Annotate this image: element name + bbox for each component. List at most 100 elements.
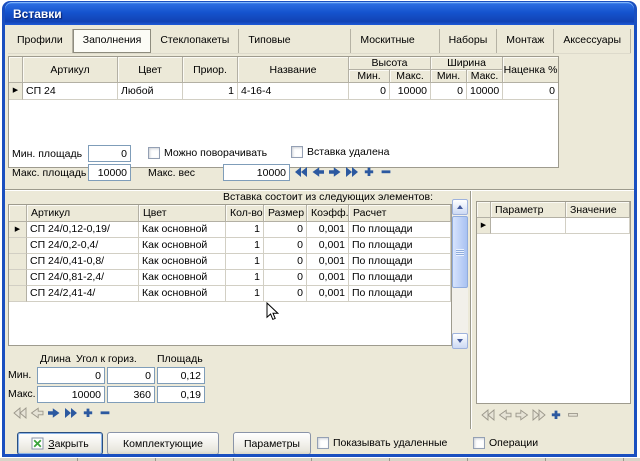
- tab-fillings[interactable]: Заполнения: [73, 29, 152, 53]
- tab-sets[interactable]: Наборы: [440, 29, 498, 53]
- col-width-max[interactable]: Макс.: [467, 70, 503, 83]
- cell: 0,001: [307, 222, 349, 238]
- cell: По площади: [349, 254, 451, 270]
- current-row-marker: [9, 238, 27, 254]
- elements-grid-body: ▶СП 24/0,12-0,19/Как основной100,001По п…: [9, 222, 451, 302]
- operations-label: Операции: [489, 437, 538, 449]
- close-icon: [31, 437, 44, 450]
- col-width-min[interactable]: Мин.: [431, 70, 467, 83]
- max-weight-input[interactable]: [223, 164, 290, 181]
- current-row-marker: ▶: [9, 83, 23, 100]
- col-markup[interactable]: Наценка %: [503, 57, 559, 83]
- col-priority[interactable]: Приор.: [183, 57, 238, 83]
- cell: СП 24/0,2-0,4/: [27, 238, 139, 254]
- col-size[interactable]: Размер: [264, 205, 307, 222]
- insert-deleted-checkbox[interactable]: [291, 146, 303, 158]
- min-row-label: Мин.: [8, 369, 31, 381]
- max-length-input[interactable]: [37, 386, 105, 403]
- tab-typical-glass-units[interactable]: Типовые стеклопакеты: [239, 29, 351, 53]
- table-row[interactable]: СП 24/2,41-4/Как основной100,001По площа…: [9, 286, 451, 302]
- col-artikul[interactable]: Артикул: [23, 57, 118, 83]
- vertical-divider[interactable]: [470, 191, 472, 429]
- col-group-width: Ширина: [431, 57, 503, 70]
- table-row[interactable]: СП 24/0,41-0,8/Как основной100,001По пло…: [9, 254, 451, 270]
- cell: 0: [431, 83, 467, 100]
- tab-mosquito-nets[interactable]: Москитные сетки: [351, 29, 439, 53]
- min-length-input[interactable]: [37, 367, 105, 384]
- components-button[interactable]: Комплектующие: [107, 432, 219, 454]
- current-row-marker: [9, 270, 27, 286]
- elements-scrollbar[interactable]: [452, 199, 468, 349]
- col-calc[interactable]: Расчет: [349, 205, 451, 222]
- params-grid-header: Параметр Значение: [477, 202, 630, 218]
- max-area-limit-input[interactable]: [157, 386, 205, 403]
- last-record-button[interactable]: [345, 166, 359, 178]
- insert-deleted-label: Вставка удалена: [307, 146, 389, 158]
- col-height-max[interactable]: Макс.: [390, 70, 431, 83]
- cell: 0: [349, 83, 390, 100]
- parameters-button[interactable]: Параметры: [233, 432, 311, 454]
- cell: Как основной: [139, 270, 226, 286]
- next-record-button[interactable]: [328, 166, 342, 178]
- col-value[interactable]: Значение: [566, 202, 630, 218]
- cell: 0: [264, 286, 307, 302]
- limits-navigator: [13, 407, 115, 419]
- inserts-grid-body: ▶СП 24Любой14-16-40100000100000: [9, 83, 558, 100]
- operations-checkbox[interactable]: [473, 437, 485, 449]
- cell: 0: [503, 83, 559, 100]
- can-rotate-label: Можно поворачивать: [164, 147, 267, 159]
- cell: 0,001: [307, 254, 349, 270]
- col-qty[interactable]: Кол-во: [226, 205, 264, 222]
- scroll-down-button[interactable]: [452, 333, 468, 349]
- col-name[interactable]: Название: [238, 57, 349, 83]
- params-grid[interactable]: Параметр Значение ▶: [476, 201, 631, 404]
- insert-record-button[interactable]: [549, 409, 563, 421]
- current-row-marker: ▶: [477, 218, 491, 234]
- show-deleted-checkbox[interactable]: [317, 437, 329, 449]
- next-record-button[interactable]: [47, 407, 61, 419]
- cell: 0: [264, 270, 307, 286]
- elements-grid[interactable]: Артикул Цвет Кол-во Размер Коэфф. Расчет…: [8, 204, 452, 346]
- last-record-button[interactable]: [64, 407, 78, 419]
- prev-record-button[interactable]: [311, 166, 325, 178]
- delete-record-button[interactable]: [379, 166, 393, 178]
- tab-profiles[interactable]: Профили: [8, 29, 73, 53]
- table-row[interactable]: ▶СП 24/0,12-0,19/Как основной100,001По п…: [9, 222, 451, 238]
- insert-record-button[interactable]: [362, 166, 376, 178]
- col-coef[interactable]: Коэфф.: [307, 205, 349, 222]
- col-artikul[interactable]: Артикул: [27, 205, 139, 222]
- max-angle-input[interactable]: [107, 386, 155, 403]
- area-col-label: Площадь: [157, 353, 203, 365]
- cell: 0,001: [307, 286, 349, 302]
- close-button[interactable]: Закрыть: [17, 432, 103, 454]
- min-angle-input[interactable]: [107, 367, 155, 384]
- tab-mounting[interactable]: Монтаж: [497, 29, 554, 53]
- col-color[interactable]: Цвет: [118, 57, 183, 83]
- min-area-input[interactable]: [88, 145, 131, 162]
- cell: 1: [226, 286, 264, 302]
- scroll-up-button[interactable]: [452, 199, 468, 215]
- title-bar[interactable]: Вставки: [5, 2, 634, 25]
- tab-accessories[interactable]: Аксессуары: [554, 29, 631, 53]
- last-record-button: [532, 409, 546, 421]
- params-grid-body: ▶: [477, 218, 630, 234]
- col-height-min[interactable]: Мин.: [349, 70, 390, 83]
- scrollbar-thumb[interactable]: [452, 216, 468, 288]
- cell: По площади: [349, 286, 451, 302]
- insert-record-button[interactable]: [81, 407, 95, 419]
- table-row[interactable]: ▶: [477, 218, 630, 234]
- col-group-height: Высота: [349, 57, 431, 70]
- col-color[interactable]: Цвет: [139, 205, 226, 222]
- max-area-input[interactable]: [88, 164, 131, 181]
- delete-record-button[interactable]: [98, 407, 112, 419]
- arrow-down-icon: [457, 339, 463, 343]
- table-row[interactable]: СП 24/0,81-2,4/Как основной100,001По пло…: [9, 270, 451, 286]
- table-row[interactable]: СП 24/0,2-0,4/Как основной100,001По площ…: [9, 238, 451, 254]
- min-area-limit-input[interactable]: [157, 367, 205, 384]
- can-rotate-checkbox[interactable]: [148, 147, 160, 159]
- first-record-button[interactable]: [294, 166, 308, 178]
- table-row[interactable]: ▶СП 24Любой14-16-40100000100000: [9, 83, 558, 100]
- cell: 0: [264, 222, 307, 238]
- tab-glass-units[interactable]: Стеклопакеты: [151, 29, 239, 53]
- col-param[interactable]: Параметр: [491, 202, 566, 218]
